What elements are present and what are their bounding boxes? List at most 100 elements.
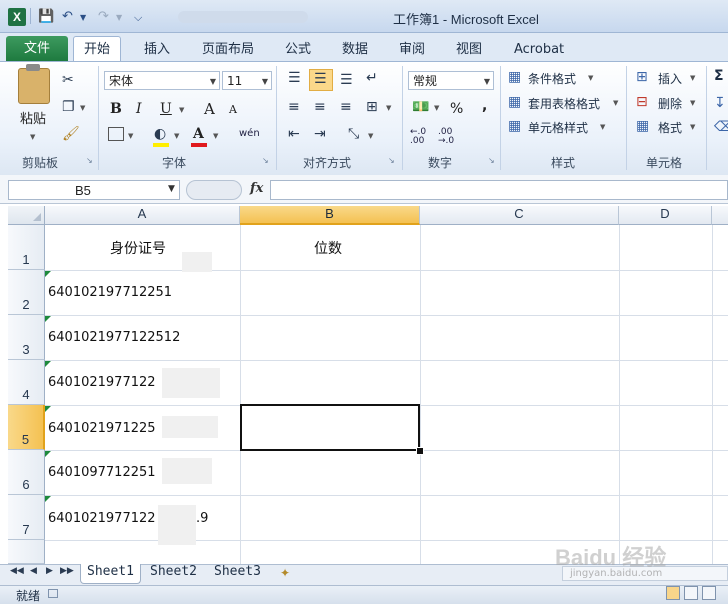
column-header-e[interactable]: [712, 206, 728, 225]
save-icon[interactable]: 💾: [38, 9, 54, 24]
number-launcher-icon[interactable]: ↘: [488, 156, 495, 165]
increase-decimal-button[interactable]: ←.0 .00: [410, 128, 432, 146]
cell-b1[interactable]: 位数: [314, 238, 342, 258]
chevron-down-icon[interactable]: ▼: [588, 74, 593, 82]
format-as-table-button[interactable]: 套用表格格式: [528, 95, 600, 112]
insert-cells-icon[interactable]: ⊞: [636, 69, 648, 85]
merge-center-icon[interactable]: ⊞: [366, 99, 378, 115]
sheet-tab-1[interactable]: Sheet1: [80, 564, 141, 584]
alignment-launcher-icon[interactable]: ↘: [388, 156, 395, 165]
column-header-b[interactable]: B: [240, 206, 420, 225]
bold-button[interactable]: B: [110, 101, 122, 117]
row-header-2[interactable]: 2: [8, 270, 45, 315]
undo-icon[interactable]: ↶: [62, 9, 73, 24]
clear-icon[interactable]: ⌫: [714, 119, 728, 135]
normal-view-icon[interactable]: [666, 586, 680, 600]
currency-icon[interactable]: 💵: [412, 99, 429, 115]
row-header-7[interactable]: 7: [8, 495, 45, 540]
cell-a4[interactable]: 6401021977122: [48, 375, 156, 390]
tab-formulas[interactable]: 公式: [275, 38, 321, 61]
tab-data[interactable]: 数据: [332, 38, 378, 61]
delete-cells-icon[interactable]: ⊟: [636, 94, 648, 110]
phonetic-button[interactable]: wén: [239, 128, 260, 139]
row-header-4[interactable]: 4: [8, 360, 45, 405]
decrease-decimal-button[interactable]: .00 →.0: [438, 128, 460, 146]
chevron-down-icon[interactable]: ▼: [690, 74, 695, 82]
align-left-icon[interactable]: ≡: [288, 99, 300, 115]
customize-qat-icon[interactable]: ⌵: [134, 11, 142, 25]
column-header-c[interactable]: C: [420, 206, 619, 225]
underline-button[interactable]: U: [160, 101, 172, 117]
redo-icon[interactable]: ↷: [98, 9, 109, 24]
grow-font-button[interactable]: A: [204, 100, 215, 118]
increase-indent-icon[interactable]: ⇥: [314, 126, 326, 142]
next-sheet-icon[interactable]: ▶: [46, 566, 53, 576]
formula-bar-resize-handle[interactable]: [186, 180, 242, 200]
insert-sheet-icon[interactable]: ✦: [280, 566, 290, 580]
tab-review[interactable]: 审阅: [389, 38, 435, 61]
tab-view[interactable]: 视图: [446, 38, 492, 61]
align-right-icon[interactable]: ≡: [340, 99, 352, 115]
cell-a7[interactable]: 6401021977122: [48, 511, 156, 526]
font-color-icon[interactable]: A: [193, 126, 204, 142]
chevron-down-icon[interactable]: ▼: [690, 123, 695, 131]
redo-dropdown-icon[interactable]: ▼: [116, 13, 122, 22]
sheet-tab-2[interactable]: Sheet2: [144, 564, 203, 583]
fill-icon[interactable]: ↧: [714, 95, 726, 111]
shrink-font-button[interactable]: A: [229, 103, 237, 116]
font-name-select[interactable]: 宋体 ▼: [104, 71, 220, 90]
tab-file[interactable]: 文件: [6, 36, 68, 61]
align-top-icon[interactable]: ☰: [288, 70, 301, 86]
cell-a5[interactable]: 6401021971225: [48, 421, 156, 436]
tab-home[interactable]: 开始: [73, 36, 122, 62]
insert-cells-button[interactable]: 插入: [658, 70, 682, 87]
cell-a6[interactable]: 6401097712251: [48, 465, 156, 480]
delete-cells-button[interactable]: 删除: [658, 95, 682, 112]
comma-button[interactable]: ,: [482, 98, 487, 114]
font-launcher-icon[interactable]: ↘: [262, 156, 269, 165]
clipboard-launcher-icon[interactable]: ↘: [86, 156, 93, 165]
italic-button[interactable]: I: [136, 101, 142, 117]
last-sheet-icon[interactable]: ▶▶: [60, 566, 74, 576]
macro-record-icon[interactable]: [48, 589, 58, 598]
chevron-down-icon[interactable]: ▼: [613, 99, 618, 107]
tab-acrobat[interactable]: Acrobat: [504, 38, 574, 61]
format-cells-icon[interactable]: ▦: [636, 118, 649, 134]
tab-page-layout[interactable]: 页面布局: [192, 38, 264, 61]
excel-app-icon[interactable]: X: [8, 8, 26, 26]
fill-handle[interactable]: [416, 447, 424, 455]
copy-icon[interactable]: ❐: [62, 99, 75, 115]
merge-dropdown-icon[interactable]: ▼: [386, 104, 391, 112]
number-format-select[interactable]: 常规 ▼: [408, 71, 494, 90]
chevron-down-icon[interactable]: ▼: [600, 123, 605, 131]
borders-icon[interactable]: [108, 127, 124, 141]
underline-dropdown-icon[interactable]: ▼: [179, 106, 184, 114]
tab-insert[interactable]: 插入: [134, 38, 180, 61]
column-header-d[interactable]: D: [619, 206, 712, 225]
paste-dropdown-icon[interactable]: ▼: [30, 133, 35, 141]
row-header-6[interactable]: 6: [8, 450, 45, 495]
paste-icon[interactable]: [18, 68, 50, 104]
paste-button[interactable]: 粘贴: [20, 108, 46, 127]
format-painter-icon[interactable]: 🖌: [62, 126, 80, 142]
format-as-table-icon[interactable]: ▦: [508, 94, 521, 110]
column-header-a[interactable]: A: [45, 206, 240, 225]
sheet-tab-3[interactable]: Sheet3: [208, 564, 267, 583]
cell-a1[interactable]: 身份证号: [110, 238, 166, 258]
font-size-select[interactable]: 11 ▼: [222, 71, 272, 90]
page-layout-view-icon[interactable]: [684, 586, 698, 600]
borders-dropdown-icon[interactable]: ▼: [128, 132, 133, 140]
align-center-icon[interactable]: ≡: [314, 99, 326, 115]
align-bottom-icon[interactable]: ☰: [340, 72, 353, 88]
row-header-3[interactable]: 3: [8, 315, 45, 360]
name-box[interactable]: B5: [8, 180, 180, 200]
orientation-dropdown-icon[interactable]: ▼: [368, 132, 373, 140]
conditional-format-icon[interactable]: ▦: [508, 69, 521, 85]
insert-function-button[interactable]: fx: [250, 181, 263, 196]
percent-button[interactable]: %: [450, 101, 463, 117]
active-cell-b5[interactable]: [240, 404, 420, 451]
format-cells-button[interactable]: 格式: [658, 119, 682, 136]
first-sheet-icon[interactable]: ◀◀: [10, 566, 24, 576]
cell-a2[interactable]: 640102197712251: [48, 285, 172, 300]
undo-dropdown-icon[interactable]: ▼: [80, 13, 86, 22]
